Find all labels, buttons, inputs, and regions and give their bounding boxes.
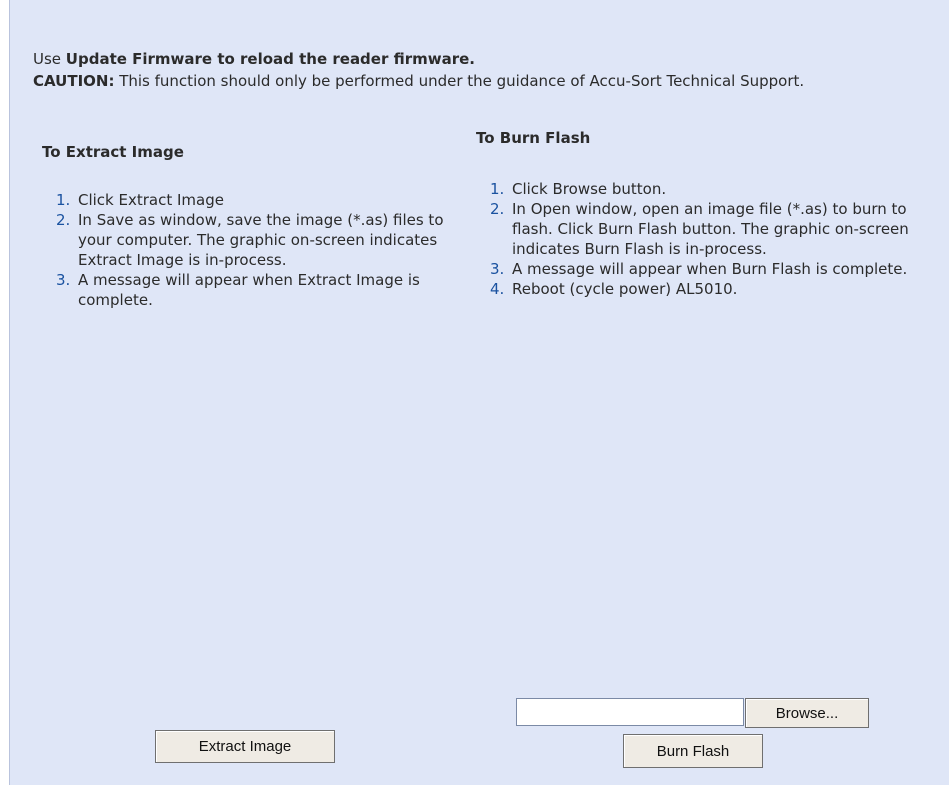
step-text: In Open window, open an image file (*.as… — [512, 200, 909, 258]
extract-heading: To Extract Image — [42, 143, 184, 161]
list-item: 2. In Save as window, save the image (*.… — [42, 210, 468, 270]
step-text: A message will appear when Extract Image… — [78, 271, 420, 309]
browse-button[interactable]: Browse... — [745, 698, 869, 728]
step-number: 2. — [490, 200, 505, 218]
step-number: 3. — [490, 260, 505, 278]
step-text: A message will appear when Burn Flash is… — [512, 260, 908, 278]
extract-steps: 1. Click Extract Image 2. In Save as win… — [42, 190, 468, 310]
extract-image-button[interactable]: Extract Image — [155, 730, 335, 763]
list-item: 2. In Open window, open an image file (*… — [476, 199, 916, 259]
step-number: 3. — [56, 271, 71, 289]
step-text: Click Extract Image — [78, 191, 224, 209]
intro-text: Use Update Firmware to reload the reader… — [33, 48, 913, 92]
step-text: In Save as window, save the image (*.as)… — [78, 211, 444, 269]
caution-text: This function should only be performed u… — [114, 72, 805, 90]
intro-use-prefix: Use — [33, 50, 66, 68]
firmware-panel: Use Update Firmware to reload the reader… — [9, 0, 949, 785]
caution-label: CAUTION: — [33, 72, 115, 90]
list-item: 1. Click Browse button. — [476, 179, 916, 199]
step-number: 1. — [490, 180, 505, 198]
step-number: 4. — [490, 280, 505, 298]
step-text: Click Browse button. — [512, 180, 667, 198]
step-number: 2. — [56, 211, 71, 229]
list-item: 4. Reboot (cycle power) AL5010. — [476, 279, 916, 299]
burn-heading: To Burn Flash — [476, 129, 591, 147]
burn-steps: 1. Click Browse button. 2. In Open windo… — [476, 179, 916, 299]
list-item: 3. A message will appear when Burn Flash… — [476, 259, 916, 279]
list-item: 3. A message will appear when Extract Im… — [42, 270, 468, 310]
step-text: Reboot (cycle power) AL5010. — [512, 280, 738, 298]
file-path-input[interactable] — [516, 698, 744, 726]
burn-flash-button[interactable]: Burn Flash — [623, 734, 763, 768]
list-item: 1. Click Extract Image — [42, 190, 468, 210]
intro-use-bold: Update Firmware to reload the reader fir… — [65, 50, 475, 68]
step-number: 1. — [56, 191, 71, 209]
